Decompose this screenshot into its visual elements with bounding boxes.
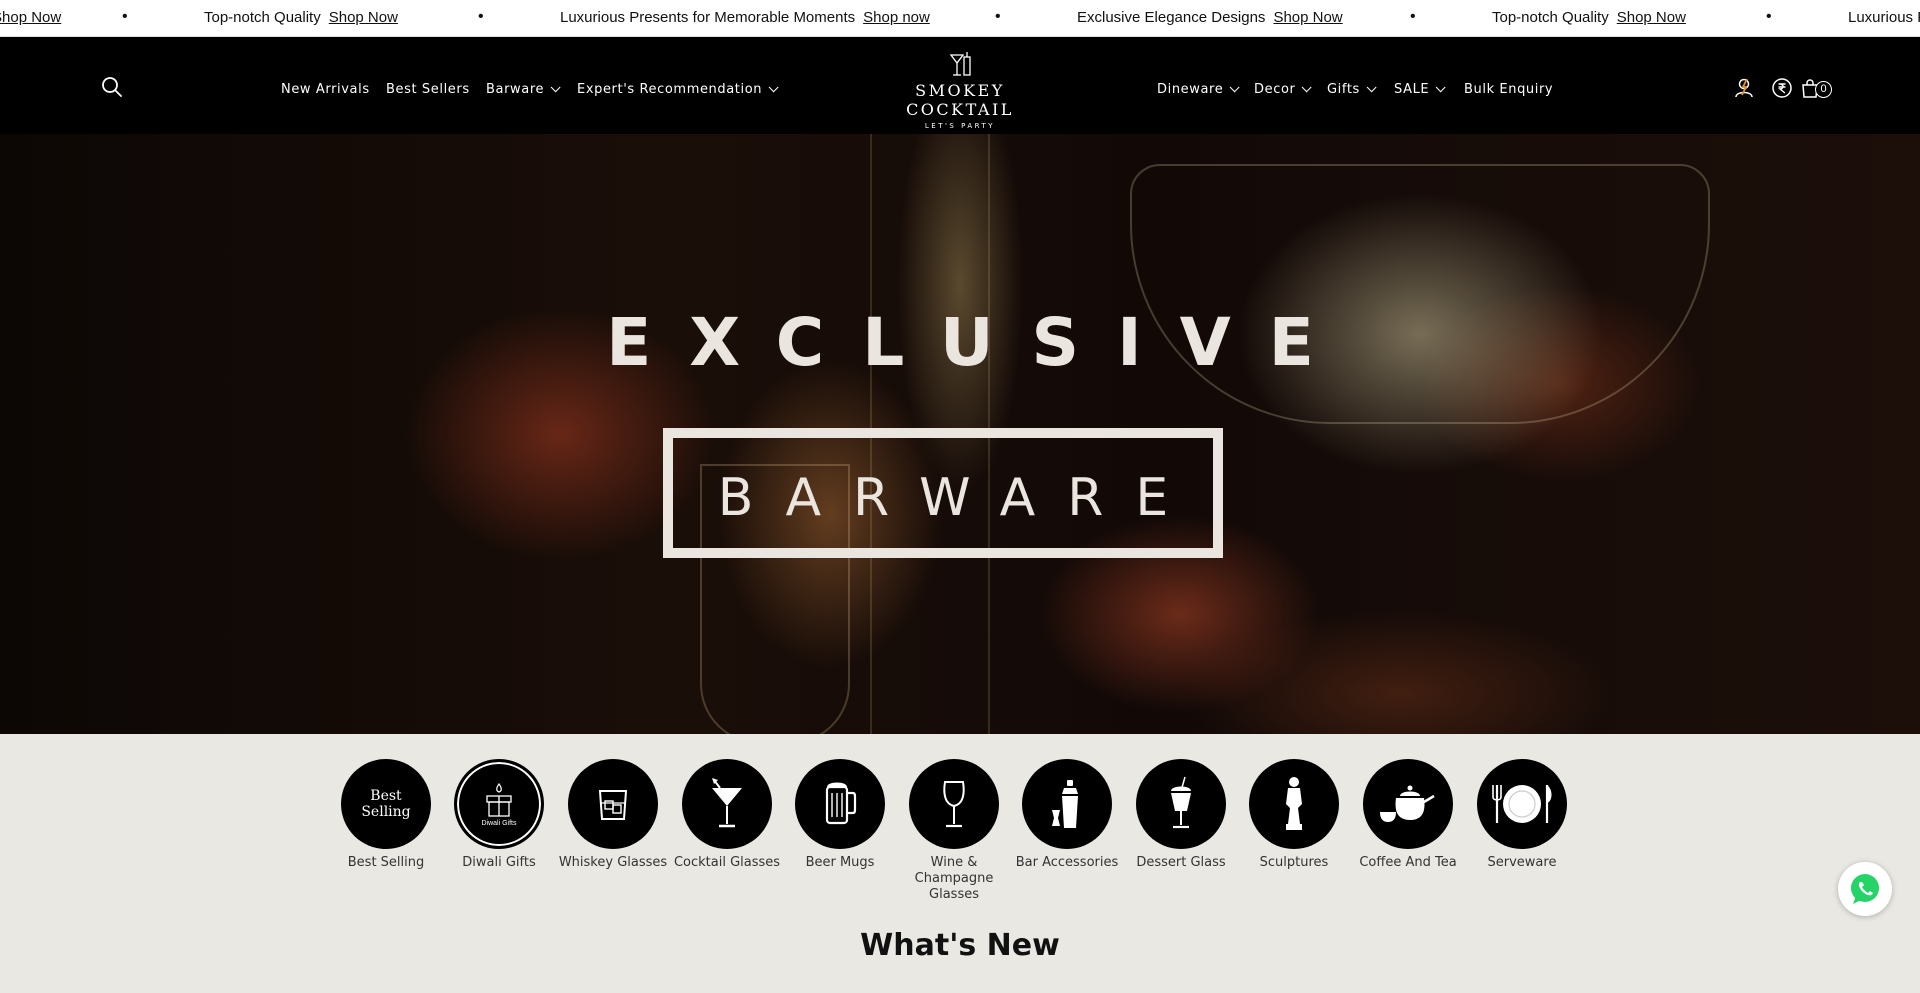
- whiskey-glass-icon: [568, 759, 658, 849]
- site-header: New Arrivals Best Sellers Barware Expert…: [0, 37, 1920, 134]
- user-icon[interactable]: [1733, 77, 1755, 99]
- category-label: Beer Mugs: [805, 855, 875, 870]
- hero-glass-decor: [1130, 164, 1710, 424]
- nav-label: Bulk Enquiry: [1464, 82, 1554, 97]
- announcement-text: Exclusive Elegance Designs: [1077, 9, 1266, 26]
- category-label: Coffee And Tea: [1359, 855, 1457, 870]
- beer-mug-icon: [795, 759, 885, 849]
- cart-count-badge: 0: [1815, 81, 1832, 98]
- announcement-separator: •: [122, 8, 128, 25]
- nav-bulk-enquiry[interactable]: Bulk Enquiry: [1464, 82, 1553, 97]
- nav-label: Decor: [1254, 82, 1296, 97]
- search-icon[interactable]: [100, 75, 124, 99]
- nav-label: Barware: [486, 82, 545, 97]
- cocktail-logo-icon: [949, 52, 971, 76]
- announcement-shop-link[interactable]: Shop Now: [329, 9, 398, 26]
- hero-title: EXCLUSIVE: [606, 304, 1352, 381]
- category-icon-text: Diwali Gifts: [481, 819, 517, 827]
- category-whiskey-glasses[interactable]: Whiskey Glasses: [556, 759, 670, 871]
- whatsapp-icon: [1851, 874, 1879, 904]
- category-beer-mugs[interactable]: Beer Mugs: [783, 759, 897, 871]
- category-label: Cocktail Glasses: [673, 855, 781, 870]
- category-dessert-glass[interactable]: Dessert Glass: [1124, 759, 1238, 871]
- hero-banner[interactable]: EXCLUSIVE BARWARE: [0, 134, 1920, 734]
- nav-gifts[interactable]: Gifts: [1327, 82, 1377, 97]
- nav-best-sellers[interactable]: Best Sellers: [386, 82, 470, 97]
- chevron-down-icon: [1435, 82, 1446, 93]
- category-coffee-and-tea[interactable]: Coffee And Tea: [1351, 759, 1465, 871]
- nav-label: Expert's Recommendation: [577, 82, 763, 97]
- gift-box-icon: Diwali Gifts: [454, 759, 544, 849]
- site-logo[interactable]: SMOKEY COCKTAIL LET'S PARTY: [860, 51, 1060, 130]
- category-label: Whiskey Glasses: [558, 855, 668, 870]
- announcement-item: Top-notch Quality Shop Now: [1492, 9, 1686, 26]
- category-sculptures[interactable]: Sculptures: [1237, 759, 1351, 871]
- announcement-separator: •: [478, 8, 484, 25]
- logo-name: SMOKEY COCKTAIL: [906, 81, 1014, 119]
- announcement-item: Luxurious Presents for Memorable Moments…: [560, 9, 930, 26]
- chevron-down-icon: [1229, 82, 1240, 93]
- category-label: Best Selling: [347, 855, 425, 870]
- category-wine-champagne-glasses[interactable]: Wine & Champagne Glasses: [897, 759, 1011, 903]
- category-serveware[interactable]: Serveware: [1465, 759, 1579, 871]
- cocktail-glass-icon: [682, 759, 772, 849]
- category-label: Dessert Glass: [1136, 855, 1226, 870]
- announcement-item: Shop Now: [0, 9, 61, 26]
- announcement-shop-link[interactable]: Shop now: [863, 9, 930, 26]
- announcement-shop-link[interactable]: Shop Now: [0, 9, 61, 26]
- category-label: Wine & Champagne Glasses: [914, 855, 994, 902]
- announcement-separator: •: [995, 8, 1001, 25]
- nav-label: Best Sellers: [386, 82, 470, 97]
- announcement-separator: •: [1410, 8, 1416, 25]
- shaker-icon: [1022, 759, 1112, 849]
- chevron-down-icon: [1302, 82, 1313, 93]
- category-diwali-gifts[interactable]: Diwali Gifts Diwali Gifts: [442, 759, 556, 871]
- nav-dineware[interactable]: Dineware: [1157, 82, 1240, 97]
- hero-subtitle-frame: BARWARE: [663, 428, 1223, 558]
- announcement-text: Luxurious P: [1848, 9, 1920, 26]
- chevron-down-icon: [768, 82, 779, 93]
- announcement-item: Exclusive Elegance Designs Shop Now: [1077, 9, 1343, 26]
- plate-icon: [1477, 759, 1567, 849]
- currency-rupee-icon[interactable]: [1771, 77, 1793, 99]
- announcement-text: Top-notch Quality: [1492, 9, 1609, 26]
- announcement-shop-link[interactable]: Shop Now: [1273, 9, 1342, 26]
- announcement-item: Top-notch Quality Shop Now: [204, 9, 398, 26]
- chevron-down-icon: [1366, 82, 1377, 93]
- whatsapp-chat-button[interactable]: [1838, 862, 1892, 916]
- chevron-down-icon: [550, 82, 561, 93]
- best-selling-icon: Best Selling: [341, 759, 431, 849]
- category-bar-accessories[interactable]: Bar Accessories: [1010, 759, 1124, 871]
- nav-decor[interactable]: Decor: [1254, 82, 1313, 97]
- hero-subtitle: BARWARE: [717, 468, 1201, 528]
- nav-label: New Arrivals: [281, 82, 370, 97]
- nav-label: Dineware: [1157, 82, 1224, 97]
- category-icon-text: Best Selling: [361, 788, 411, 820]
- announcement-shop-link[interactable]: Shop Now: [1617, 9, 1686, 26]
- category-label: Bar Accessories: [1015, 855, 1119, 870]
- nav-new-arrivals[interactable]: New Arrivals: [281, 82, 370, 97]
- nav-barware[interactable]: Barware: [486, 82, 561, 97]
- logo-tagline: LET'S PARTY: [924, 122, 996, 130]
- announcement-separator: •: [1766, 8, 1772, 25]
- nav-label: Gifts: [1327, 82, 1360, 97]
- wine-glass-icon: [909, 759, 999, 849]
- announcement-text: Luxurious Presents for Memorable Moments: [560, 9, 856, 26]
- section-title-whats-new: What's New: [860, 928, 1060, 963]
- category-best-selling[interactable]: Best Selling Best Selling: [329, 759, 443, 871]
- category-label: Serveware: [1487, 855, 1557, 870]
- nav-experts-recommendation[interactable]: Expert's Recommendation: [577, 82, 779, 97]
- announcement-item: Luxurious P: [1848, 9, 1920, 26]
- announcement-text: Top-notch Quality: [204, 9, 321, 26]
- category-label: Sculptures: [1259, 855, 1329, 870]
- category-cocktail-glasses[interactable]: Cocktail Glasses: [670, 759, 784, 871]
- nav-sale[interactable]: SALE: [1394, 82, 1446, 97]
- category-label: Diwali Gifts: [462, 855, 536, 870]
- teapot-icon: [1363, 759, 1453, 849]
- category-strip: Best Selling Best Selling Diwali Gifts D…: [0, 734, 1920, 993]
- nav-label: SALE: [1394, 82, 1430, 97]
- announcement-bar: Shop Now • Top-notch Quality Shop Now • L…: [0, 0, 1920, 37]
- dessert-glass-icon: [1136, 759, 1226, 849]
- sculpture-icon: [1249, 759, 1339, 849]
